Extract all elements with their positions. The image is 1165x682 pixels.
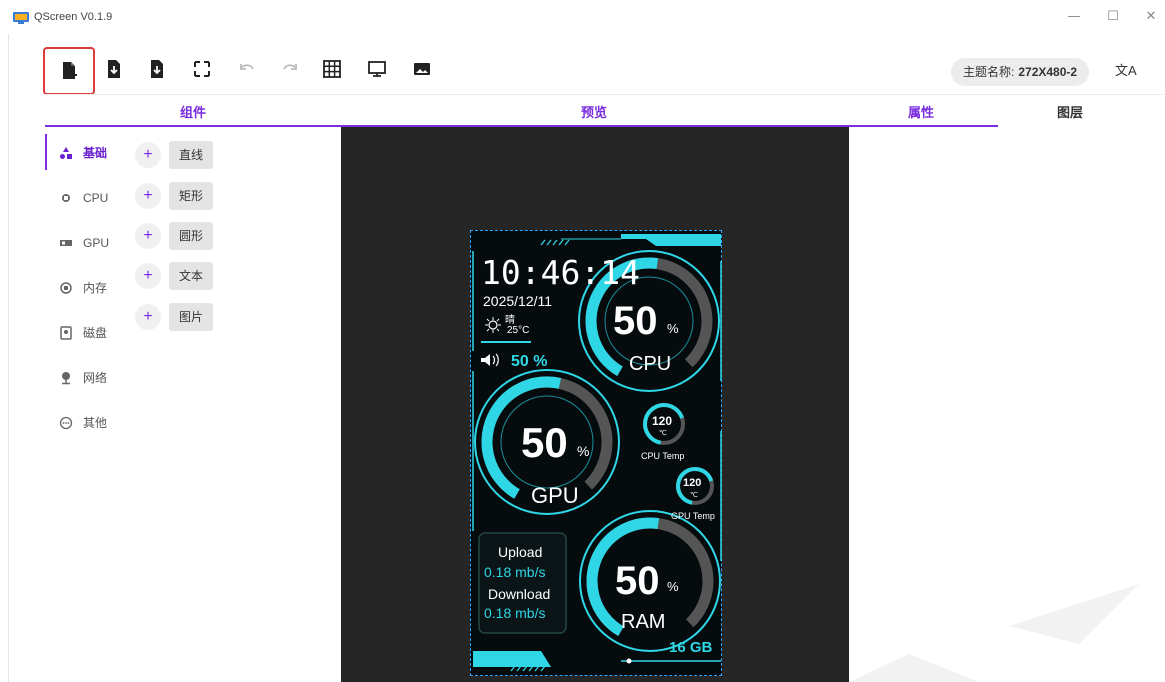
add-icon[interactable]: +	[135, 183, 161, 209]
component-label[interactable]: 文本	[169, 262, 214, 290]
fit-screen-button[interactable]	[189, 56, 215, 82]
download-value: 0.18 mb/s	[484, 605, 546, 621]
cpu-temp-value: 120	[652, 414, 673, 428]
device-screen[interactable]: 10:46:14 2025/12/11 晴 25°C 50 % 50 % CPU…	[470, 230, 722, 676]
memory-icon	[59, 281, 73, 295]
gpu-temp-label: GPU Temp	[671, 511, 715, 521]
gpu-temp-unit: ℃	[690, 492, 698, 499]
component-label[interactable]: 图片	[169, 303, 214, 331]
expand-icon	[194, 61, 210, 77]
add-circle-component[interactable]: + 圆形	[135, 222, 225, 250]
maximize-button[interactable]: ☐	[1099, 6, 1127, 28]
theme-label: 主题名称:	[963, 65, 1015, 79]
nav-label: CPU	[83, 190, 109, 205]
component-label[interactable]: 矩形	[169, 182, 214, 210]
upload-value: 0.18 mb/s	[484, 564, 546, 580]
undo-icon	[240, 64, 254, 70]
upload-label: Upload	[498, 544, 543, 560]
add-line-component[interactable]: + 直线	[135, 141, 225, 169]
ram-size: 16 GB	[669, 639, 713, 656]
nav-item-memory[interactable]: 内存	[45, 265, 117, 310]
window-title: QScreen V0.1.9	[34, 11, 113, 23]
add-text-component[interactable]: + 文本	[135, 262, 225, 290]
image-icon	[414, 63, 430, 75]
gpu-label: GPU	[531, 483, 579, 508]
network-icon	[59, 371, 73, 385]
disk-icon	[59, 325, 73, 340]
shapes-icon	[59, 146, 73, 160]
add-icon[interactable]: +	[135, 223, 161, 249]
theme-value: 272X480-2	[1018, 65, 1078, 79]
add-icon[interactable]: +	[135, 263, 161, 289]
nav-label: 基础	[83, 146, 108, 160]
date-text: 2025/12/11	[483, 293, 553, 309]
nav-label: GPU	[83, 235, 110, 250]
title-bar: QScreen V0.1.9 — ☐ ✕	[0, 0, 1165, 34]
toolbar-divider	[43, 94, 1165, 95]
tab-preview[interactable]: 预览	[581, 102, 607, 121]
add-rect-component[interactable]: + 矩形	[135, 182, 225, 210]
component-label[interactable]: 圆形	[169, 222, 214, 250]
monitor-icon	[368, 61, 386, 77]
nav-item-cpu[interactable]: CPU	[45, 175, 117, 220]
temperature-text: 25°C	[507, 325, 530, 336]
add-icon[interactable]: +	[135, 304, 161, 330]
decorative-shape	[849, 584, 1139, 682]
cpu-unit: %	[667, 321, 679, 336]
minimize-button[interactable]: —	[1060, 6, 1088, 28]
nav-label: 内存	[83, 281, 108, 295]
gpu-icon	[59, 236, 73, 250]
volume-text: 50 %	[511, 353, 548, 370]
file-download-icon	[151, 60, 163, 78]
gpu-unit: %	[577, 443, 590, 459]
nav-label: 磁盘	[83, 326, 108, 340]
image-button[interactable]	[409, 56, 435, 82]
gpu-value: 50	[521, 419, 568, 466]
cpu-value: 50	[613, 299, 658, 343]
close-button[interactable]: ✕	[1137, 6, 1165, 28]
nav-item-network[interactable]: 网络	[45, 355, 117, 400]
tab-layers[interactable]: 图层	[1057, 102, 1083, 121]
main-frame: 主题名称: 272X480-2 文A 组件 预览 属性 图层 基础 CPU GPU…	[8, 34, 1165, 682]
download-label: Download	[488, 586, 551, 602]
tab-properties[interactable]: 属性	[908, 102, 934, 121]
import-file-button[interactable]	[101, 56, 127, 82]
cpu-temp-unit: ℃	[659, 430, 667, 437]
app-logo-icon	[13, 12, 29, 24]
cpu-label: CPU	[629, 353, 672, 375]
new-file-button[interactable]	[43, 47, 95, 95]
nav-item-disk[interactable]: 磁盘	[45, 310, 117, 355]
weather-text: 晴	[505, 315, 515, 326]
component-label[interactable]: 直线	[169, 141, 214, 169]
nav-item-other[interactable]: 其他	[45, 400, 117, 445]
ram-unit: %	[667, 579, 679, 594]
nav-item-gpu[interactable]: GPU	[45, 220, 117, 265]
export-file-button[interactable]	[144, 56, 170, 82]
add-icon[interactable]: +	[135, 142, 161, 168]
cpu-temp-label: CPU Temp	[641, 451, 685, 461]
nav-label: 网络	[83, 371, 108, 385]
grid-icon	[323, 60, 341, 78]
clock-time: 10:46:14	[481, 253, 640, 292]
ram-value: 50	[615, 559, 660, 603]
add-image-component[interactable]: + 图片	[135, 303, 225, 331]
cpu-icon	[59, 191, 73, 205]
preview-monitor-button[interactable]	[364, 56, 390, 82]
redo-icon	[283, 64, 297, 70]
theme-name-pill[interactable]: 主题名称: 272X480-2	[951, 58, 1090, 86]
nav-label: 其他	[83, 416, 108, 430]
toolbar: 主题名称: 272X480-2 文A	[9, 34, 1165, 95]
tab-components[interactable]: 组件	[180, 102, 206, 121]
new-file-icon	[63, 62, 77, 79]
grid-button[interactable]	[319, 56, 345, 82]
file-import-icon	[108, 60, 120, 78]
undo-button[interactable]	[234, 56, 260, 82]
ram-label: RAM	[621, 611, 666, 633]
translate-icon[interactable]: 文A	[1115, 60, 1137, 82]
redo-button[interactable]	[277, 56, 303, 82]
gpu-temp-value: 120	[683, 477, 702, 489]
more-icon	[59, 416, 73, 430]
nav-item-basic[interactable]: 基础	[45, 130, 117, 175]
category-nav: 基础 CPU GPU 内存 磁盘 网络 其他	[45, 130, 117, 445]
